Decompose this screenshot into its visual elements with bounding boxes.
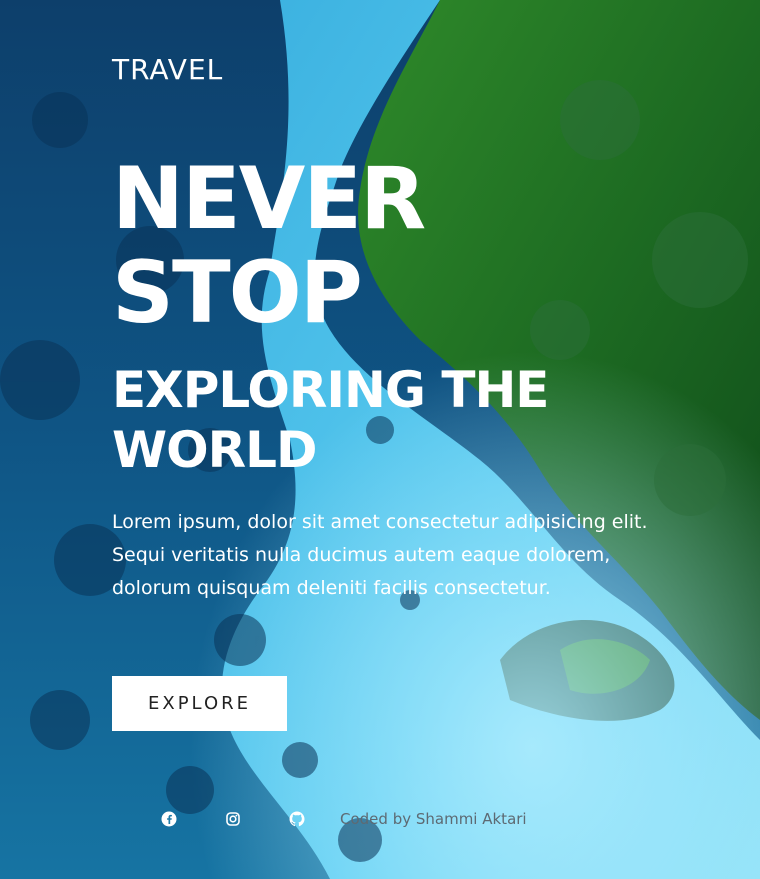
hero-subheadline-line: EXPLORING THE <box>112 361 549 419</box>
github-link[interactable] <box>288 810 306 828</box>
instagram-link[interactable] <box>224 810 242 828</box>
hero-paragraph: Lorem ipsum, dolor sit amet consectetur … <box>112 511 648 599</box>
facebook-link[interactable] <box>160 810 178 828</box>
github-icon <box>289 811 305 827</box>
hero-subheadline: EXPLORING THE WORLD <box>112 360 672 480</box>
instagram-icon <box>226 812 240 826</box>
credit-text[interactable]: Coded by Shammi Aktari <box>340 810 527 828</box>
hero-headline: NEVER STOP <box>112 149 426 343</box>
brand-logo[interactable]: TRAVEL <box>112 52 223 88</box>
hero-section: TRAVEL NEVER STOP EXPLORING THE WORLD Lo… <box>0 0 760 879</box>
social-links <box>160 810 306 828</box>
footer: Coded by Shammi Aktari <box>160 808 527 830</box>
hero-headline-line: STOP <box>112 243 363 343</box>
hero-subheadline-line: WORLD <box>112 421 318 479</box>
facebook-icon <box>161 811 177 827</box>
explore-button[interactable]: EXPLORE <box>112 676 287 731</box>
hero-headline-line: NEVER <box>112 149 426 249</box>
